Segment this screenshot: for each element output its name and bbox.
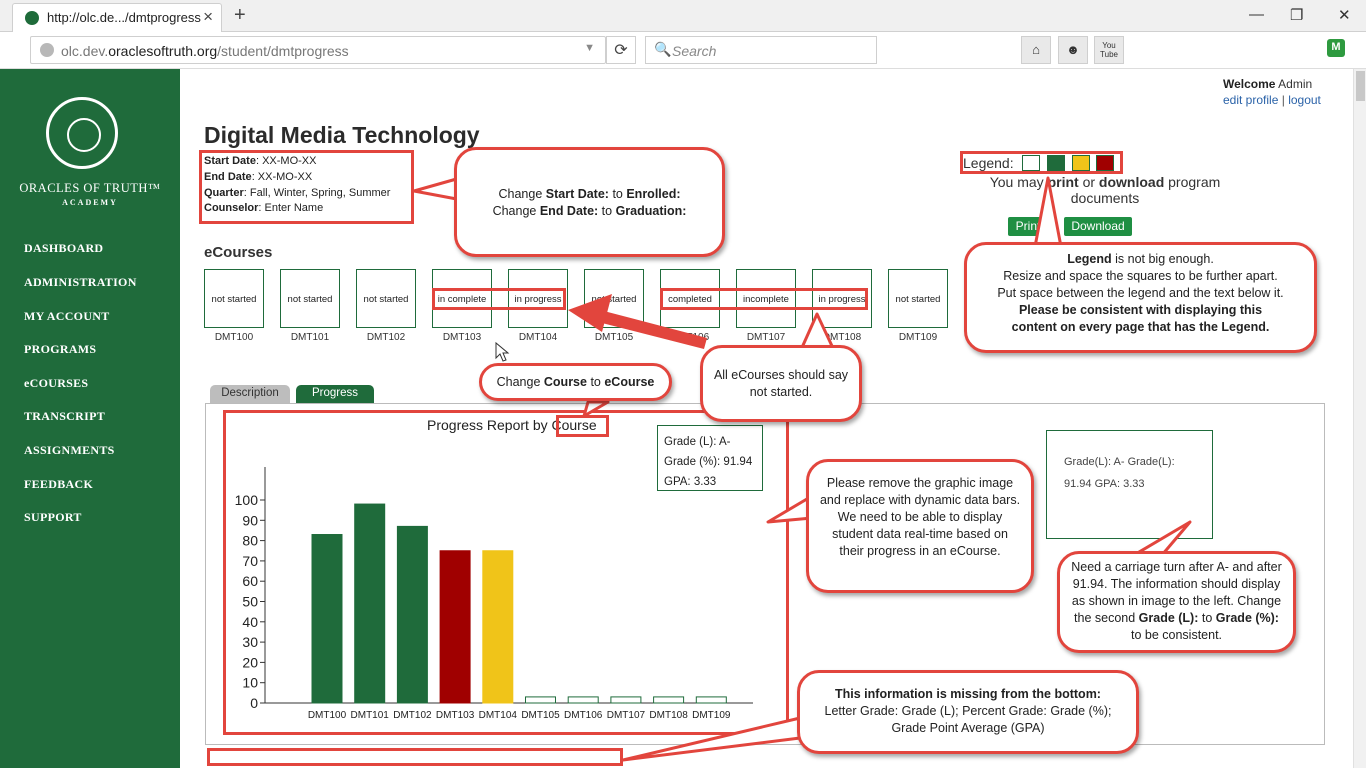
- callout-dates-text-f: End Date:: [539, 204, 599, 218]
- callout-course-text-c: to: [586, 375, 605, 389]
- callout-dates: Change Start Date: to Enrolled: Change E…: [454, 147, 725, 257]
- callout-course-text-d: eCourse: [604, 375, 655, 389]
- pointer-course: [582, 400, 610, 418]
- callout-legend-line2: Resize and space the squares to be furth…: [1003, 269, 1278, 283]
- callout-dates-text-e: Change: [492, 204, 540, 218]
- callout-carriage-text-d: Grade (%):: [1215, 611, 1279, 625]
- callout-missing-line3: Grade Point Average (GPA): [891, 721, 1045, 735]
- callout-course: Change Course to eCourse: [479, 363, 672, 401]
- callout-legend-line1: Legend is not big enough.: [975, 251, 1306, 268]
- arrow-status-head: [568, 294, 612, 332]
- callout-graphic: Please remove the graphic image and repl…: [806, 459, 1034, 593]
- mouse-cursor-icon: [495, 341, 510, 362]
- callout-missing-line1: This information is missing from the bot…: [835, 687, 1101, 701]
- callout-missing: This information is missing from the bot…: [797, 670, 1139, 754]
- callout-legend-line3: Put space between the legend and the tex…: [997, 286, 1284, 300]
- callout-legend-text-b: is not big enough.: [1111, 252, 1214, 266]
- callout-carriage: Need a carriage turn after A- and after …: [1057, 551, 1296, 653]
- callout-dates-text-a: Change: [498, 187, 546, 201]
- callout-dates-text-c: to: [608, 187, 627, 201]
- pointer-legend: [1032, 176, 1064, 254]
- callout-missing-line2: Letter Grade: Grade (L); Percent Grade: …: [824, 704, 1112, 718]
- callout-dates-text-h: Graduation:: [615, 204, 687, 218]
- callout-legend-line4: Please be consistent with displaying thi…: [1011, 303, 1270, 334]
- callout-legend-text-a: Legend: [1067, 252, 1112, 266]
- callout-carriage-text-e: to be consistent.: [1130, 628, 1223, 642]
- callout-course-text-b: Course: [543, 375, 587, 389]
- callout-dates-line2: Change End Date: to Graduation:: [457, 203, 722, 220]
- callout-carriage-text-c: to: [1198, 611, 1216, 625]
- callout-carriage-text-b: Grade (L):: [1138, 611, 1199, 625]
- callout-dates-text-b: Start Date:: [545, 187, 609, 201]
- pointer-missing: [621, 716, 802, 762]
- callout-legend: Legend is not big enough. Resize and spa…: [964, 242, 1317, 353]
- callout-dates-text-g: to: [598, 204, 616, 218]
- callout-not-started: All eCourses should say not started.: [700, 345, 862, 422]
- callout-dates-line1: Change Start Date: to Enrolled:: [457, 186, 722, 203]
- arrow-status-body: [598, 310, 707, 349]
- callout-course-text-a: Change: [496, 375, 544, 389]
- callout-dates-text-d: Enrolled:: [626, 187, 681, 201]
